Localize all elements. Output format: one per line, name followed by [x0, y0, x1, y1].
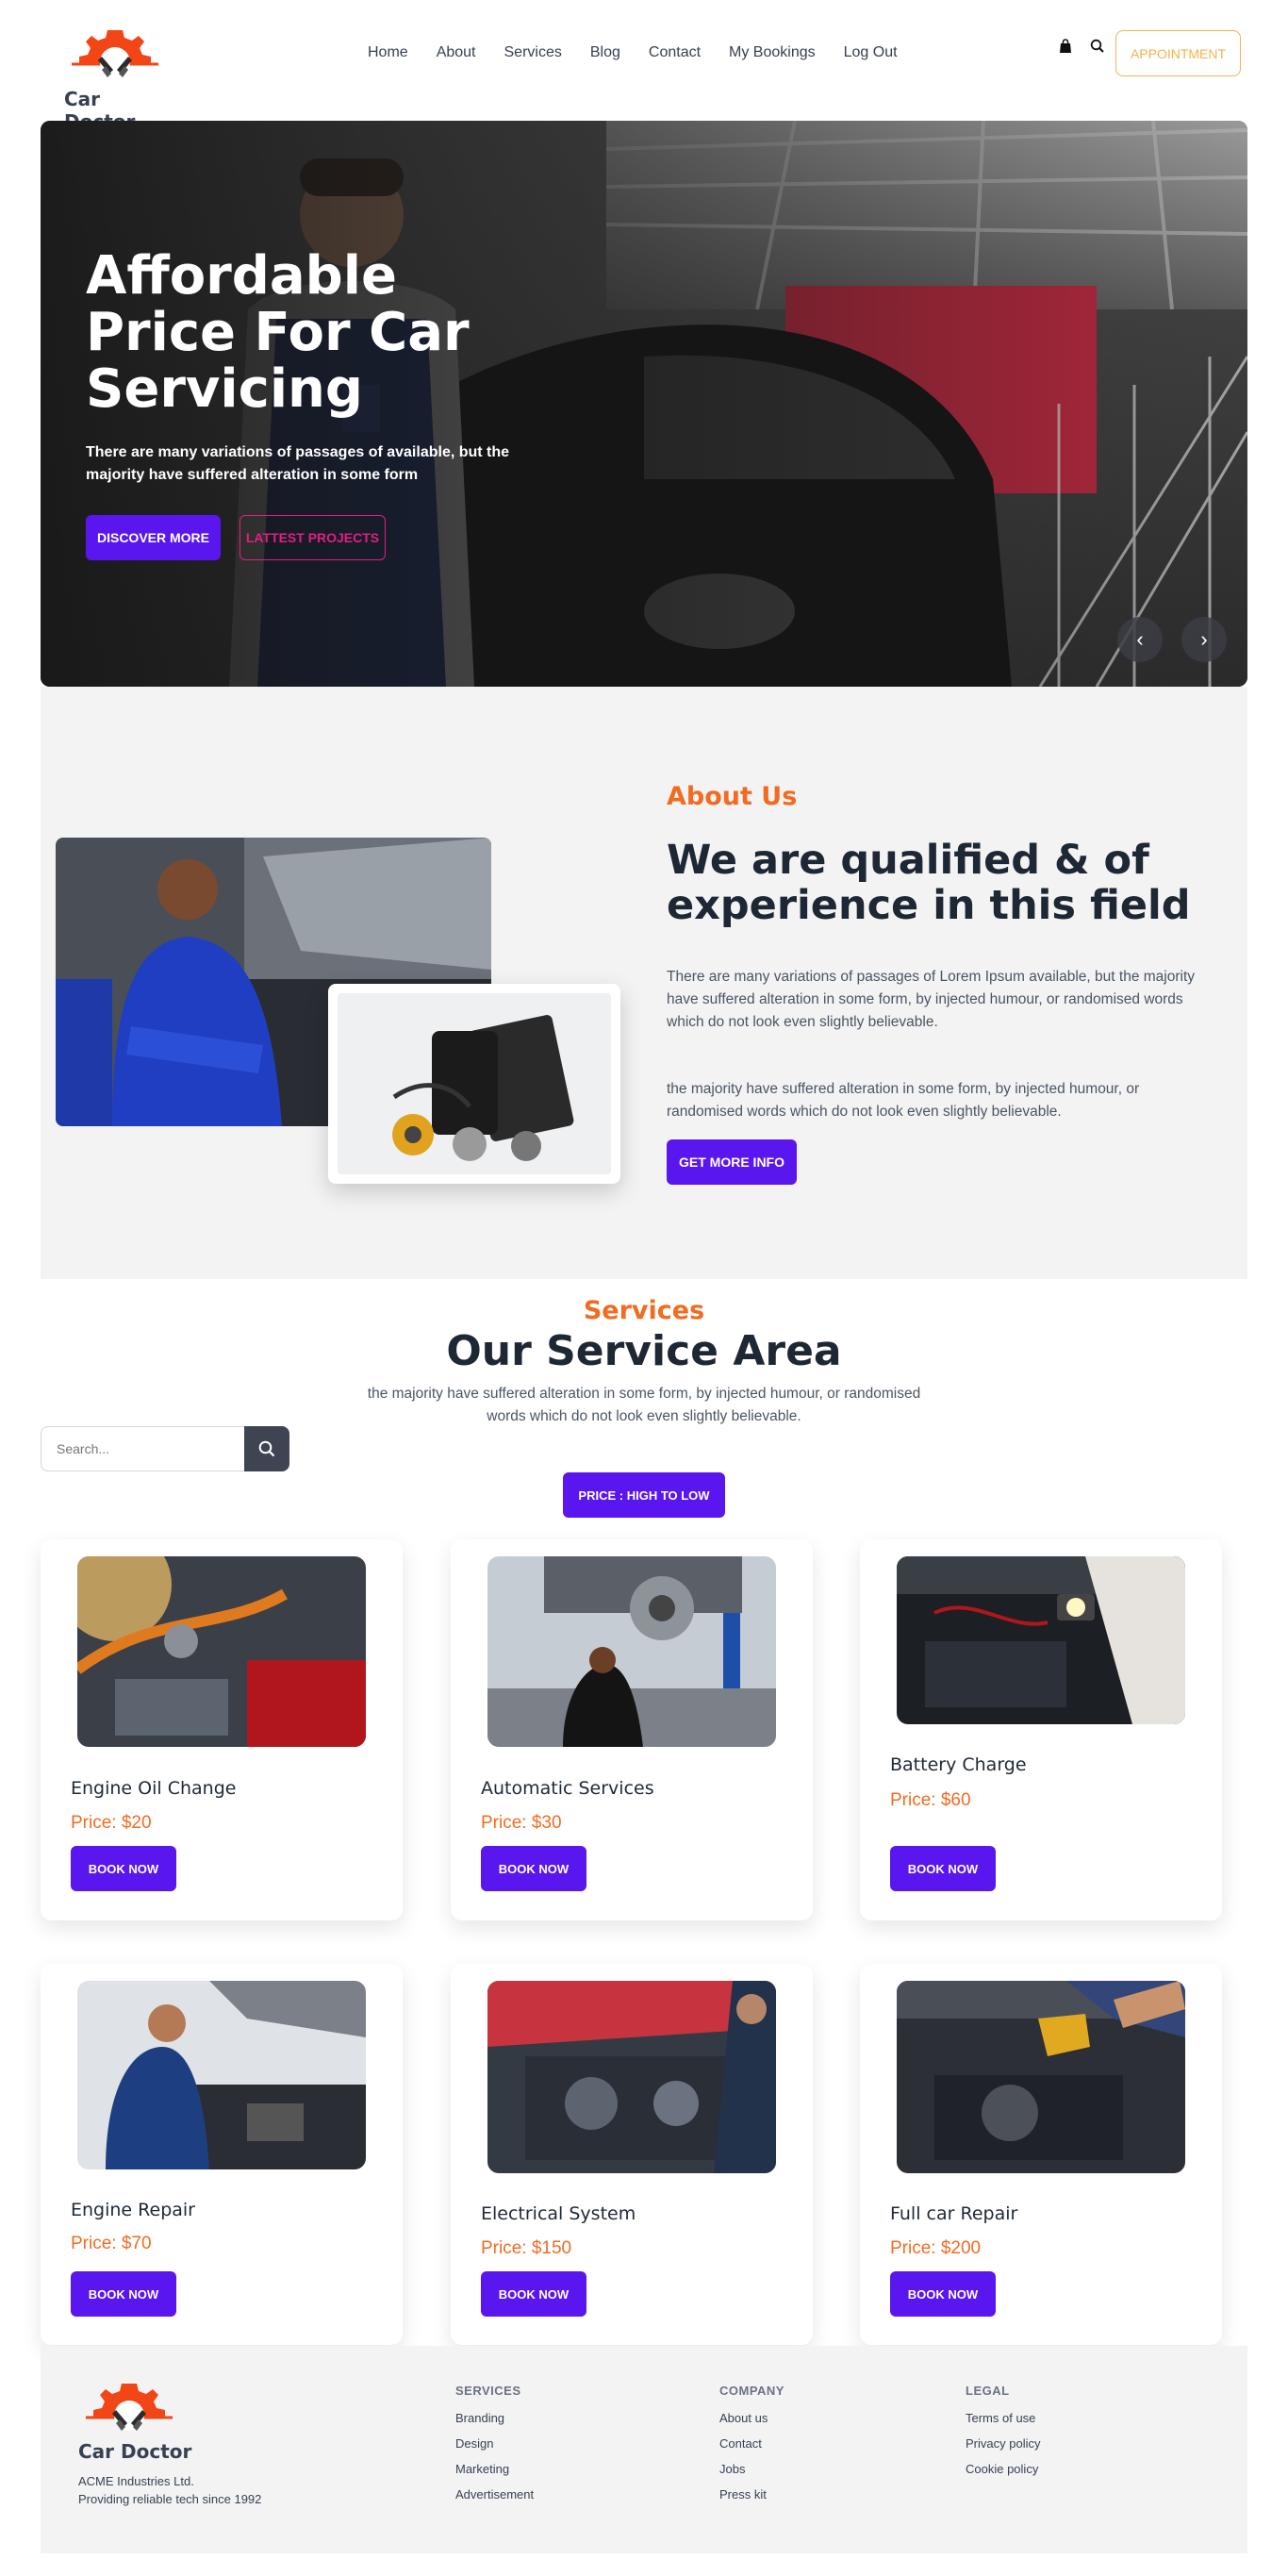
hero-banner: Affordable Price For Car Servicing There…	[41, 121, 1247, 687]
service-search	[41, 1426, 289, 1471]
footer-column-title: SERVICES	[455, 2384, 521, 2398]
footer-company-column: COMPANY About us Contact Jobs Press kit	[719, 2384, 784, 2513]
service-name: Battery Charge	[890, 1754, 1027, 1775]
main-menu: Home About Services Blog Contact My Book…	[354, 42, 912, 63]
service-image-battery	[897, 1556, 1185, 1724]
nav-about[interactable]: About	[422, 42, 490, 63]
footer-link-cookie[interactable]: Cookie policy	[966, 2462, 1040, 2476]
service-image-engine-repair	[77, 1981, 366, 2169]
nav-contact[interactable]: Contact	[635, 42, 715, 63]
search-icon	[258, 1440, 275, 1457]
top-navbar: Car Doctor Home About Services Blog Cont…	[41, 0, 1247, 133]
service-card: Electrical System Price: $150 BOOK NOW	[451, 1964, 813, 2345]
nav-my-bookings[interactable]: My Bookings	[715, 42, 830, 63]
footer-link-contact[interactable]: Contact	[719, 2436, 784, 2451]
service-price: Price: $200	[890, 2238, 982, 2258]
footer-link-design[interactable]: Design	[455, 2436, 534, 2451]
gear-logo-icon	[84, 2382, 174, 2433]
gear-logo-icon	[70, 28, 160, 79]
nav-log-out[interactable]: Log Out	[830, 42, 912, 63]
car-parts-photo	[328, 984, 620, 1184]
about-kicker: About Us	[667, 782, 798, 811]
nav-home[interactable]: Home	[354, 42, 422, 63]
brand-logo[interactable]: Car Doctor	[64, 28, 168, 133]
footer-link-marketing[interactable]: Marketing	[455, 2462, 534, 2476]
service-price: Price: $30	[481, 1813, 562, 1833]
service-name: Automatic Services	[481, 1778, 654, 1799]
hero-description: There are many variations of passages of…	[86, 444, 510, 483]
service-name: Full car Repair	[890, 2203, 1018, 2224]
get-more-info-button[interactable]: GET MORE INFO	[667, 1139, 797, 1185]
about-title: We are qualified & of experience in this…	[667, 837, 1191, 929]
footer-column-title: COMPANY	[719, 2384, 784, 2398]
nav-services[interactable]: Services	[490, 42, 576, 63]
book-now-button[interactable]: BOOK NOW	[890, 2271, 996, 2317]
search-input[interactable]	[41, 1426, 244, 1471]
about-paragraph-1: There are many variations of passages of…	[667, 969, 1195, 1030]
footer-tagline: Providing reliable tech since 1992	[78, 2492, 262, 2506]
footer-link-advertisement[interactable]: Advertisement	[455, 2487, 534, 2501]
book-now-button[interactable]: BOOK NOW	[481, 1846, 586, 1891]
service-price: Price: $20	[71, 1813, 152, 1833]
service-image-engine-oil	[77, 1556, 366, 1747]
chevron-right-icon: ›	[1200, 627, 1208, 651]
hero-title: Affordable Price For Car Servicing	[86, 245, 470, 420]
appointment-button[interactable]: APPOINTMENT	[1115, 30, 1241, 76]
service-image-electrical	[487, 1981, 776, 2173]
about-section: About Us We are qualified & of experienc…	[41, 687, 1247, 1279]
service-card: Engine Oil Change Price: $20 BOOK NOW	[41, 1539, 403, 1920]
footer-brand-name: Car Doctor	[78, 2440, 192, 2463]
chevron-left-icon: ‹	[1136, 627, 1144, 651]
book-now-button[interactable]: BOOK NOW	[481, 2271, 586, 2317]
search-icon[interactable]	[1089, 38, 1106, 55]
services-title: Our Service Area	[446, 1327, 842, 1375]
nav-blog[interactable]: Blog	[576, 42, 635, 63]
service-price: Price: $70	[71, 2234, 152, 2253]
nav-icons	[1057, 38, 1106, 55]
discover-more-button[interactable]: DISCOVER MORE	[86, 515, 221, 560]
footer-services-column: SERVICES Branding Design Marketing Adver…	[455, 2384, 534, 2513]
service-name: Engine Repair	[71, 2200, 195, 2220]
service-card: Engine Repair Price: $70 BOOK NOW	[41, 1964, 403, 2345]
footer-link-privacy[interactable]: Privacy policy	[966, 2436, 1040, 2451]
book-now-button[interactable]: BOOK NOW	[71, 2271, 176, 2317]
service-name: Electrical System	[481, 2203, 636, 2224]
footer-link-jobs[interactable]: Jobs	[719, 2462, 784, 2476]
next-slide-button[interactable]: ›	[1181, 617, 1227, 662]
sort-price-button[interactable]: PRICE : HIGH TO LOW	[563, 1472, 725, 1518]
service-card: Battery Charge Price: $60 BOOK NOW	[860, 1539, 1222, 1920]
service-card: Automatic Services Price: $30 BOOK NOW	[451, 1539, 813, 1920]
service-price: Price: $150	[481, 2238, 572, 2258]
site-footer: Car Doctor ACME Industries Ltd. Providin…	[41, 2346, 1247, 2553]
bag-icon[interactable]	[1057, 38, 1074, 55]
service-image-full-repair	[897, 1981, 1185, 2173]
footer-column-title: LEGAL	[966, 2384, 1010, 2398]
footer-link-branding[interactable]: Branding	[455, 2411, 534, 2425]
footer-company-line: ACME Industries Ltd.	[78, 2474, 194, 2488]
footer-legal-column: LEGAL Terms of use Privacy policy Cookie…	[966, 2384, 1040, 2487]
book-now-button[interactable]: BOOK NOW	[71, 1846, 176, 1891]
service-price: Price: $60	[890, 1790, 971, 1810]
service-card: Full car Repair Price: $200 BOOK NOW	[860, 1964, 1222, 2345]
services-description: the majority have suffered alteration in…	[367, 1386, 921, 1424]
services-kicker: Services	[583, 1296, 705, 1325]
footer-link-about-us[interactable]: About us	[719, 2411, 784, 2425]
latest-projects-button[interactable]: LATTEST PROJECTS	[239, 515, 386, 560]
book-now-button[interactable]: BOOK NOW	[890, 1846, 996, 1891]
search-button[interactable]	[244, 1426, 289, 1471]
footer-link-press-kit[interactable]: Press kit	[719, 2487, 784, 2501]
service-image-automatic	[487, 1556, 776, 1747]
footer-link-terms[interactable]: Terms of use	[966, 2411, 1040, 2425]
prev-slide-button[interactable]: ‹	[1117, 617, 1163, 662]
about-paragraph-2: the majority have suffered alteration in…	[667, 1081, 1140, 1120]
service-name: Engine Oil Change	[71, 1778, 237, 1799]
